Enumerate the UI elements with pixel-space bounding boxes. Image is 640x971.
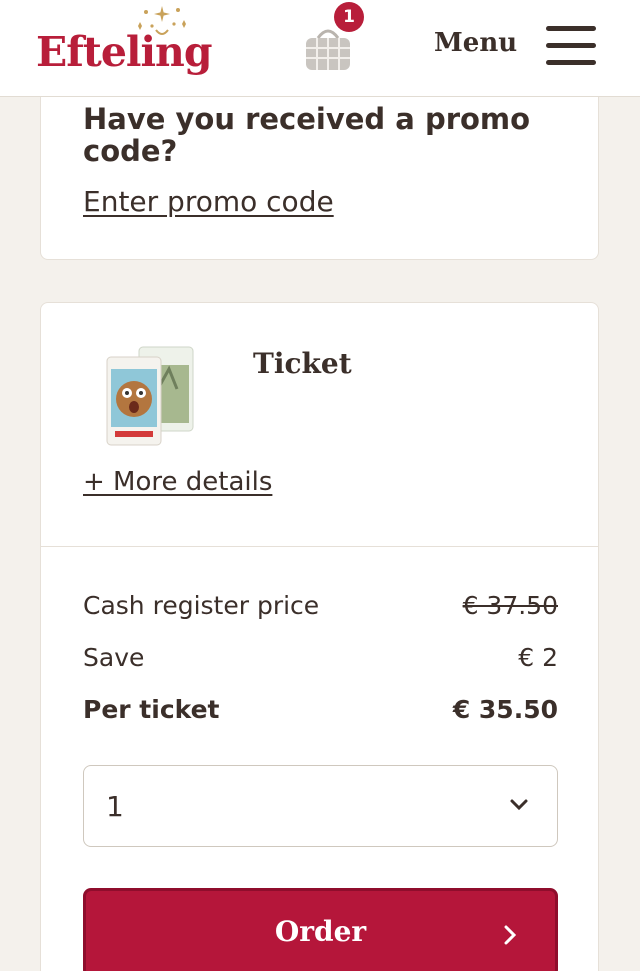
ticket-card: Ticket + More details Cash register pric… bbox=[40, 302, 599, 971]
ticket-title: Ticket bbox=[253, 347, 352, 380]
promo-code-card: Have you received a promo code? Enter pr… bbox=[40, 97, 599, 260]
price-value: € 35.50 bbox=[452, 695, 558, 724]
hamburger-menu-icon[interactable] bbox=[546, 26, 596, 66]
more-details-link[interactable]: + More details bbox=[83, 467, 272, 497]
enter-promo-code-link[interactable]: Enter promo code bbox=[83, 185, 334, 218]
ticket-image bbox=[106, 346, 194, 446]
divider bbox=[41, 546, 598, 547]
save-row: Save € 2 bbox=[83, 643, 558, 672]
menu-label[interactable]: Menu bbox=[434, 28, 517, 58]
efteling-logo[interactable]: Efteling bbox=[36, 4, 236, 88]
quantity-value: 1 bbox=[106, 790, 124, 823]
price-label: Per ticket bbox=[83, 695, 220, 724]
site-header: Efteling 1 Menu bbox=[0, 0, 640, 97]
logo-text: Efteling bbox=[36, 28, 213, 76]
price-label: Save bbox=[83, 643, 145, 672]
price-value: € 37.50 bbox=[462, 591, 558, 620]
promo-code-heading: Have you received a promo code? bbox=[83, 102, 531, 168]
order-button-label: Order bbox=[274, 915, 367, 948]
cart-count-badge: 1 bbox=[334, 2, 364, 32]
chevron-down-icon bbox=[510, 799, 528, 811]
price-label: Cash register price bbox=[83, 591, 320, 620]
price-value: € 2 bbox=[518, 643, 558, 672]
cash-register-price-row: Cash register price € 37.50 bbox=[83, 591, 558, 620]
chevron-right-icon bbox=[504, 925, 517, 945]
quantity-select[interactable]: 1 bbox=[83, 765, 558, 847]
per-ticket-row: Per ticket € 35.50 bbox=[83, 695, 558, 724]
order-button[interactable]: Order bbox=[83, 888, 558, 971]
